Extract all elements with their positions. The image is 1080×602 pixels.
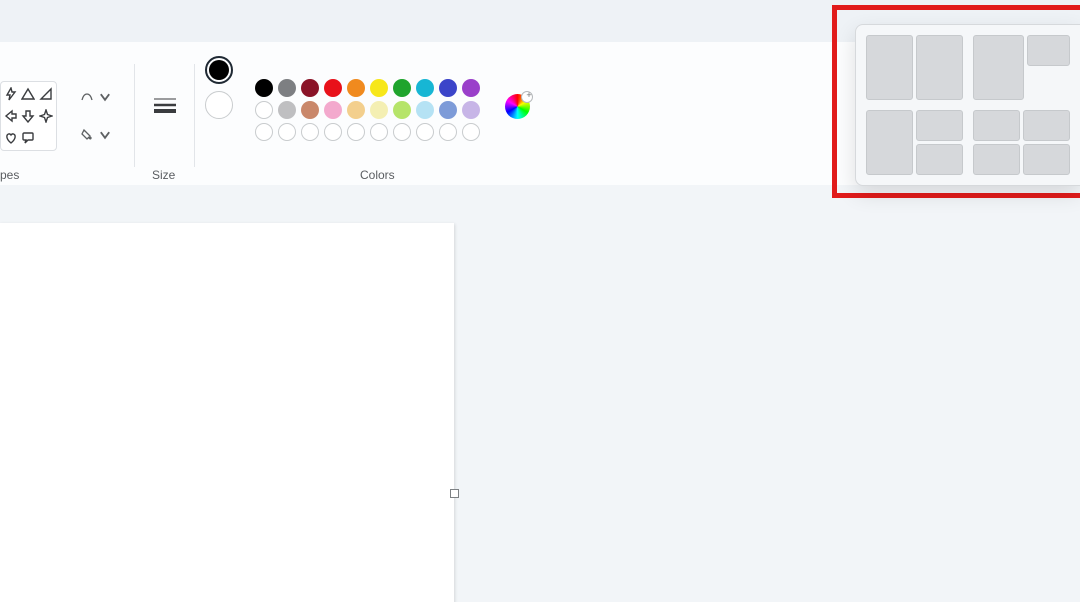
plus-icon: + [524, 90, 534, 100]
palette-empty-slot[interactable] [439, 123, 457, 141]
palette-color[interactable] [416, 101, 434, 119]
palette-color[interactable] [370, 101, 388, 119]
shape-blank [38, 128, 54, 148]
shape-fill-button[interactable] [78, 119, 114, 151]
palette-color[interactable] [439, 79, 457, 97]
palette-color[interactable] [462, 79, 480, 97]
snap-layouts-popup[interactable] [855, 24, 1080, 186]
size-group: Size [140, 42, 190, 185]
color-palette [255, 79, 480, 145]
group-divider [194, 64, 195, 167]
palette-color[interactable] [393, 79, 411, 97]
color-1-swatch[interactable] [205, 56, 233, 84]
palette-color[interactable] [301, 79, 319, 97]
snap-zone[interactable] [866, 35, 913, 100]
resize-handle-east[interactable] [450, 489, 459, 498]
palette-empty-slot[interactable] [462, 123, 480, 141]
snap-zone[interactable] [916, 144, 963, 175]
palette-color[interactable] [278, 101, 296, 119]
palette-color[interactable] [324, 79, 342, 97]
shape-star4-icon[interactable] [38, 106, 54, 126]
shape-heart-icon[interactable] [3, 128, 19, 148]
snap-zone[interactable] [916, 35, 963, 100]
shapes-gallery[interactable] [0, 81, 57, 151]
snap-layout-two-thirds[interactable] [973, 35, 1070, 100]
snap-layout-split-2[interactable] [866, 35, 963, 100]
canvas[interactable] [0, 223, 454, 602]
palette-empty-slot[interactable] [278, 123, 296, 141]
palette-color[interactable] [393, 101, 411, 119]
palette-empty-slot[interactable] [393, 123, 411, 141]
palette-empty-slot[interactable] [416, 123, 434, 141]
canvas-workspace[interactable] [0, 185, 1080, 602]
palette-color[interactable] [278, 79, 296, 97]
colors-group: + Colors [200, 42, 545, 185]
shape-right-triangle-icon[interactable] [38, 84, 54, 104]
active-colors [205, 56, 233, 119]
snap-zone[interactable] [866, 110, 913, 175]
palette-empty-slot[interactable] [370, 123, 388, 141]
palette-color[interactable] [370, 79, 388, 97]
snap-zone[interactable] [973, 110, 1020, 141]
palette-color[interactable] [255, 79, 273, 97]
group-divider [134, 64, 135, 167]
shape-arrow-left-icon[interactable] [3, 106, 19, 126]
shapes-group: pes [0, 42, 68, 185]
shape-outline-button[interactable] [78, 81, 114, 113]
colors-label: Colors [360, 168, 395, 182]
size-button[interactable] [152, 95, 178, 115]
shape-callout-icon[interactable] [21, 128, 37, 148]
palette-color[interactable] [347, 101, 365, 119]
snap-zone[interactable] [916, 110, 963, 141]
palette-empty-slot[interactable] [301, 123, 319, 141]
palette-color[interactable] [462, 101, 480, 119]
size-label: Size [152, 168, 175, 182]
shape-triangle-icon[interactable] [21, 84, 37, 104]
palette-empty-slot[interactable] [255, 123, 273, 141]
shapes-label: pes [0, 168, 19, 182]
palette-color[interactable] [301, 101, 319, 119]
shapes-dropdowns [78, 81, 114, 151]
color-2-swatch[interactable] [205, 91, 233, 119]
shape-arrow-down-icon[interactable] [21, 106, 37, 126]
snap-zone[interactable] [1023, 144, 1070, 175]
palette-color[interactable] [416, 79, 434, 97]
snap-zone[interactable] [973, 35, 1024, 100]
palette-color[interactable] [347, 79, 365, 97]
palette-color[interactable] [255, 101, 273, 119]
snap-layout-quad[interactable] [973, 110, 1070, 175]
snap-zone[interactable] [1023, 110, 1070, 141]
palette-color[interactable] [324, 101, 342, 119]
shape-lightning-icon[interactable] [3, 84, 19, 104]
palette-empty-slot[interactable] [324, 123, 342, 141]
snap-zone[interactable] [1027, 35, 1070, 66]
snap-zone[interactable] [973, 144, 1020, 175]
palette-empty-slot[interactable] [347, 123, 365, 141]
snap-layout-left-stack[interactable] [866, 110, 963, 175]
edit-colors-button[interactable]: + [505, 94, 530, 119]
palette-color[interactable] [439, 101, 457, 119]
